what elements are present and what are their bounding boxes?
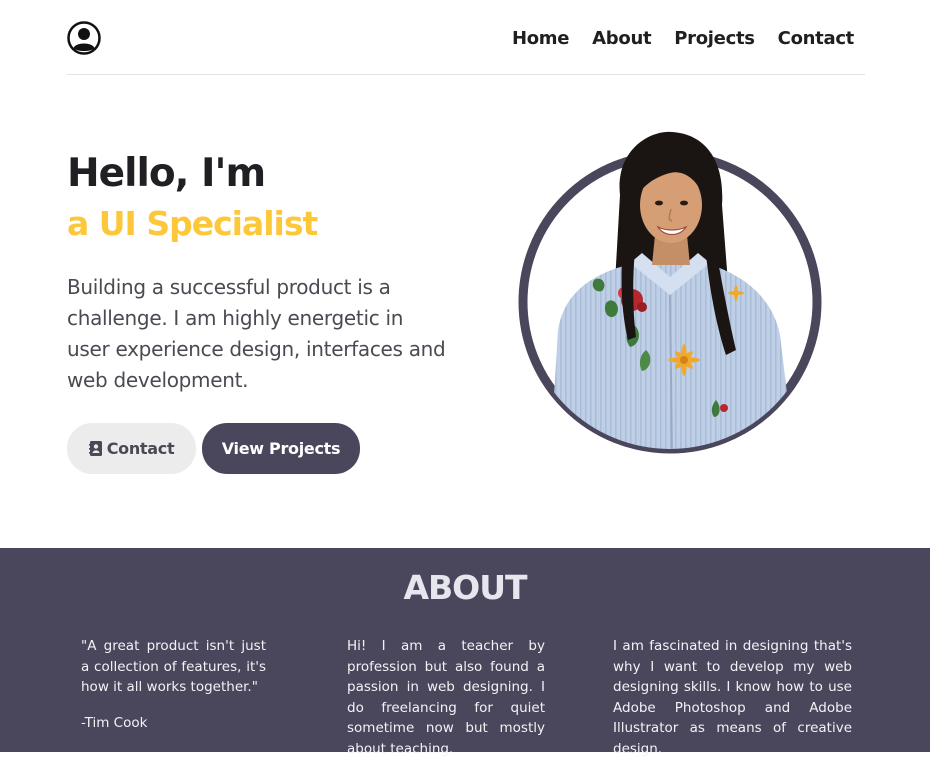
view-projects-button[interactable]: View Projects: [202, 423, 360, 474]
hero-description: Building a successful product is a chall…: [67, 275, 446, 392]
contact-button[interactable]: Contact: [67, 423, 196, 474]
site-header: Home About Projects Contact: [67, 0, 865, 75]
nav-contact[interactable]: Contact: [778, 28, 855, 49]
address-book-icon: [88, 441, 102, 456]
quote-author: -Tim Cook: [81, 715, 148, 731]
main-nav: Home About Projects Contact: [489, 28, 854, 49]
profile-photo: [518, 131, 822, 454]
hero-role: a UI Specialist: [67, 204, 318, 243]
nav-about[interactable]: About: [592, 28, 651, 49]
contact-button-label: Contact: [106, 439, 175, 458]
hero-greeting: Hello, I'm: [67, 151, 266, 196]
nav-home[interactable]: Home: [512, 28, 570, 49]
nav-projects[interactable]: Projects: [674, 28, 755, 49]
about-bio: Hi! I am a teacher by profession but als…: [347, 638, 545, 757]
about-skills: I am fascinated in designing that's why …: [613, 638, 852, 757]
user-circle-icon[interactable]: [67, 21, 101, 55]
about-title: ABOUT: [403, 568, 527, 607]
about-quote: "A great product isn't just a collection…: [81, 638, 266, 695]
about-section: ABOUT "A great product isn't just a coll…: [0, 548, 930, 757]
